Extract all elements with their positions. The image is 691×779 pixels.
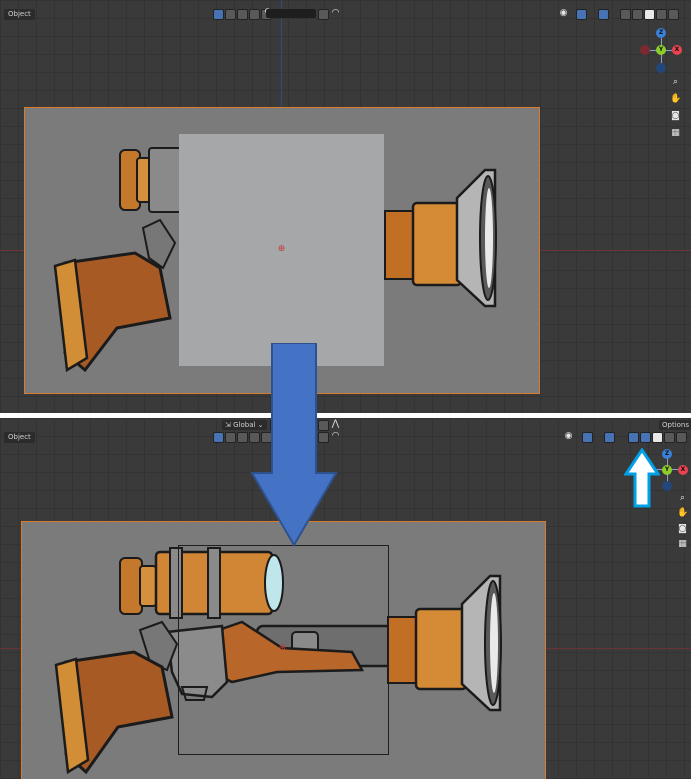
options-dropdown[interactable]: Options bbox=[659, 420, 691, 430]
view-object-types-icon[interactable]: ◉ bbox=[563, 431, 574, 442]
orientation-icon: ⇲ bbox=[225, 421, 234, 429]
zoom-icon[interactable]: ⌕ bbox=[677, 493, 688, 504]
gizmo-neg-x-axis[interactable] bbox=[640, 45, 650, 55]
gizmo-neg-z-axis[interactable] bbox=[662, 481, 672, 491]
gizmo-z-axis[interactable]: Z bbox=[656, 28, 666, 38]
gizmo-x-axis[interactable]: X bbox=[672, 45, 682, 55]
material-shading-icon[interactable] bbox=[664, 432, 675, 443]
select-extend-icon[interactable] bbox=[225, 432, 236, 443]
select-extend-icon[interactable] bbox=[225, 9, 236, 20]
select-box-icon[interactable] bbox=[213, 9, 224, 20]
gizmo-toggle-icon[interactable] bbox=[576, 9, 587, 20]
select-box-icon[interactable] bbox=[213, 432, 224, 443]
pan-hand-icon[interactable]: ✋ bbox=[677, 508, 688, 519]
wireframe-shading-icon[interactable] bbox=[632, 9, 643, 20]
search-field[interactable] bbox=[266, 9, 316, 18]
overlay-toggle-icon[interactable] bbox=[604, 432, 615, 443]
select-subtract-icon[interactable] bbox=[237, 9, 248, 20]
ortho-grid-icon[interactable]: ▦ bbox=[670, 128, 681, 139]
gizmo-x-axis[interactable]: X bbox=[678, 465, 688, 475]
3d-cursor-icon: ⊕ bbox=[277, 244, 286, 254]
material-shading-icon[interactable] bbox=[656, 9, 667, 20]
gizmo-toggle-icon[interactable] bbox=[582, 432, 593, 443]
ortho-grid-icon[interactable]: ▦ bbox=[677, 539, 688, 550]
object-mode-dropdown[interactable]: Object bbox=[4, 432, 35, 443]
camera-view-icon[interactable]: ◙ bbox=[677, 524, 688, 535]
zoom-icon[interactable]: ⌕ bbox=[670, 77, 681, 88]
xray-icon[interactable] bbox=[628, 432, 639, 443]
up-arrow-annotation bbox=[624, 448, 660, 508]
shading-mode-group[interactable] bbox=[620, 9, 679, 20]
solid-shading-icon[interactable] bbox=[644, 9, 655, 20]
select-subtract-icon[interactable] bbox=[237, 432, 248, 443]
down-arrow-annotation bbox=[250, 343, 338, 547]
pan-hand-icon[interactable]: ✋ bbox=[670, 94, 681, 105]
3d-cursor-icon: ⊕ bbox=[278, 643, 287, 653]
camera-view-icon[interactable]: ◙ bbox=[670, 111, 681, 122]
viewport-top[interactable]: Object ⚲ ◠ ◉ Z Y X ⌕ ✋ ◙ ▦ bbox=[0, 0, 691, 413]
viewport-bottom[interactable]: Object ⇲ Global ⌄ ⋀ ◠ Options ◉ Z Y X ⌕ … bbox=[0, 418, 691, 779]
gizmo-z-axis[interactable]: Z bbox=[662, 449, 672, 459]
gizmo-neg-z-axis[interactable] bbox=[656, 63, 666, 73]
select-invert-icon[interactable] bbox=[249, 9, 260, 20]
rendered-shading-icon[interactable] bbox=[668, 9, 679, 20]
rendered-shading-icon[interactable] bbox=[676, 432, 687, 443]
wireframe-shading-icon[interactable] bbox=[640, 432, 651, 443]
overlay-toggle-icon[interactable] bbox=[598, 9, 609, 20]
proportional-edit-icon[interactable]: ◠ bbox=[330, 8, 341, 19]
gizmo-y-axis[interactable]: Y bbox=[662, 465, 672, 475]
solid-shading-icon[interactable] bbox=[652, 432, 663, 443]
shading-mode-group[interactable] bbox=[628, 432, 687, 443]
xray-icon[interactable] bbox=[620, 9, 631, 20]
gizmo-y-axis[interactable]: Y bbox=[656, 45, 666, 55]
view-object-types-icon[interactable]: ◉ bbox=[558, 8, 569, 19]
object-mode-dropdown[interactable]: Object bbox=[4, 9, 35, 20]
snap-icon[interactable] bbox=[318, 9, 329, 20]
